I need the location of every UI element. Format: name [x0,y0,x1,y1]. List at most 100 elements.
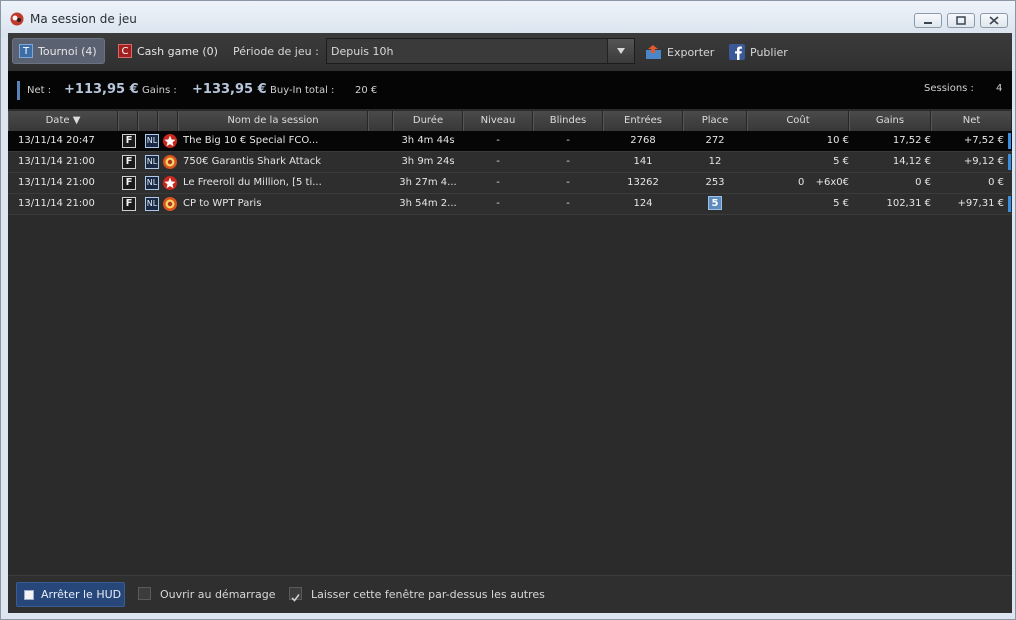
client-area: T Tournoi (4) C Cash game (0) Période de… [8,33,1012,613]
restore-icon [956,16,966,25]
col-room[interactable] [158,111,178,131]
open-start-checkbox[interactable] [138,587,151,600]
table-row[interactable]: 13/11/14 21:00 F NL CP to WPT Paris 3h 5… [8,194,1012,215]
row-niveau: - [496,198,500,209]
close-button[interactable] [980,13,1008,28]
stop-hud-label: Arrêter le HUD [41,588,122,601]
pokerstars-icon [163,176,177,190]
nl-badge: NL [145,176,159,190]
row-entrees: 13262 [627,177,659,188]
tab-cash-game[interactable]: C Cash game (0) [112,38,228,64]
row-net: +97,31 € [957,198,1004,209]
row-niveau: - [496,177,500,188]
row-cout: 5 € [833,198,849,209]
open-start-label: Ouvrir au démarrage [160,588,276,601]
app-logo-icon [10,12,24,26]
period-select[interactable]: Depuis 10h [326,38,635,64]
close-icon [989,16,999,25]
stop-hud-button[interactable]: Arrêter le HUD [16,582,125,607]
row-duree: 3h 9m 24s [401,156,455,167]
row-date: 13/11/14 21:00 [18,198,95,209]
format-badge: F [122,176,136,190]
maximize-button[interactable] [947,13,975,28]
sessions-label: Sessions : [924,83,974,94]
row-name: The Big 10 € Special FCO... [183,135,319,146]
format-badge: F [122,134,136,148]
table-row[interactable]: 13/11/14 21:00 F NL 750€ Garantis Shark … [8,152,1012,173]
tab-cash-label: Cash game (0) [137,44,218,58]
table-row[interactable]: 13/11/14 21:00 F NL Le Freeroll du Milli… [8,173,1012,194]
minimize-icon [924,22,932,24]
col-f[interactable] [118,111,138,131]
app-window: Ma session de jeu T Tournoi (4) C Cash g… [0,0,1016,620]
col-name[interactable]: Nom de la session [178,111,368,131]
col-gains[interactable]: Gains [849,111,931,131]
row-duree: 3h 4m 44s [401,135,455,146]
row-name: Le Freeroll du Million, [5 ti... [183,177,322,188]
period-dropdown-button[interactable] [607,39,634,63]
row-blindes: - [566,135,570,146]
col-niveau[interactable]: Niveau [463,111,533,131]
publish-label: Publier [750,45,788,59]
row-place: 253 [705,177,725,188]
pokerstars-icon [163,134,177,148]
table-row[interactable]: 13/11/14 20:47 F NL The Big 10 € Special… [8,131,1012,152]
nl-badge: NL [145,155,159,169]
row-blindes: - [566,198,570,209]
table-header: Date ▼ Nom de la session Durée Niveau Bl… [8,111,1012,131]
chevron-down-icon [617,48,625,54]
row-place: 272 [705,135,725,146]
row-gains: 17,52 € [892,135,931,146]
on-top-checkbox[interactable] [289,587,302,602]
col-cout[interactable]: Coût [747,111,849,131]
nl-badge: NL [145,197,159,211]
row-name: 750€ Garantis Shark Attack [183,156,321,167]
period-value: Depuis 10h [331,45,394,58]
row-duree: 3h 27m 4... [399,177,457,188]
publish-button[interactable]: Publier [729,44,788,60]
row-marker [1008,154,1011,170]
row-date: 13/11/14 21:00 [18,177,95,188]
footer-bar: Arrêter le HUD Ouvrir au démarrage Laiss… [8,575,1012,613]
export-icon [646,45,661,59]
sessions-value: 4 [996,83,1003,94]
net-value: +113,95 € [64,82,139,97]
row-net: +9,12 € [963,156,1004,167]
row-blindes: - [566,156,570,167]
row-niveau: - [496,135,500,146]
row-name: CP to WPT Paris [183,198,262,209]
row-entrees: 124 [633,198,653,209]
format-badge: F [122,155,136,169]
minimize-button[interactable] [914,13,942,28]
col-spacer[interactable] [368,111,393,131]
row-net: +7,52 € [963,135,1004,146]
title-bar[interactable]: Ma session de jeu [1,1,1015,37]
row-blindes: - [566,177,570,188]
toolbar: T Tournoi (4) C Cash game (0) Période de… [8,33,1012,71]
row-date: 13/11/14 21:00 [18,156,95,167]
col-date[interactable]: Date ▼ [8,111,118,131]
nl-badge: NL [145,134,159,148]
col-place[interactable]: Place [683,111,747,131]
row-place: 12 [708,156,722,167]
col-nl[interactable] [138,111,158,131]
tab-tournoi[interactable]: T Tournoi (4) [12,38,105,64]
stop-icon [24,589,34,600]
buyin-value: 20 € [355,85,378,96]
cash-badge: C [118,44,132,58]
col-entrees[interactable]: Entrées [603,111,683,131]
summary-bar: Net : +113,95 € Gains : +133,95 € Buy-In… [8,71,1012,109]
col-duree[interactable]: Durée [393,111,463,131]
on-top-label: Laisser cette fenêtre par-dessus les aut… [311,588,545,601]
row-net: 0 € [988,177,1004,188]
window-title: Ma session de jeu [30,12,137,26]
row-cout: 10 € [826,135,849,146]
export-button[interactable]: Exporter [645,44,714,60]
check-icon [291,594,300,602]
col-net[interactable]: Net [931,111,1012,131]
col-blindes[interactable]: Blindes [533,111,603,131]
tournoi-badge: T [19,44,33,58]
row-duree: 3h 54m 2... [399,198,457,209]
net-label: Net : [27,85,52,96]
buyin-label: Buy-In total : [270,85,335,96]
